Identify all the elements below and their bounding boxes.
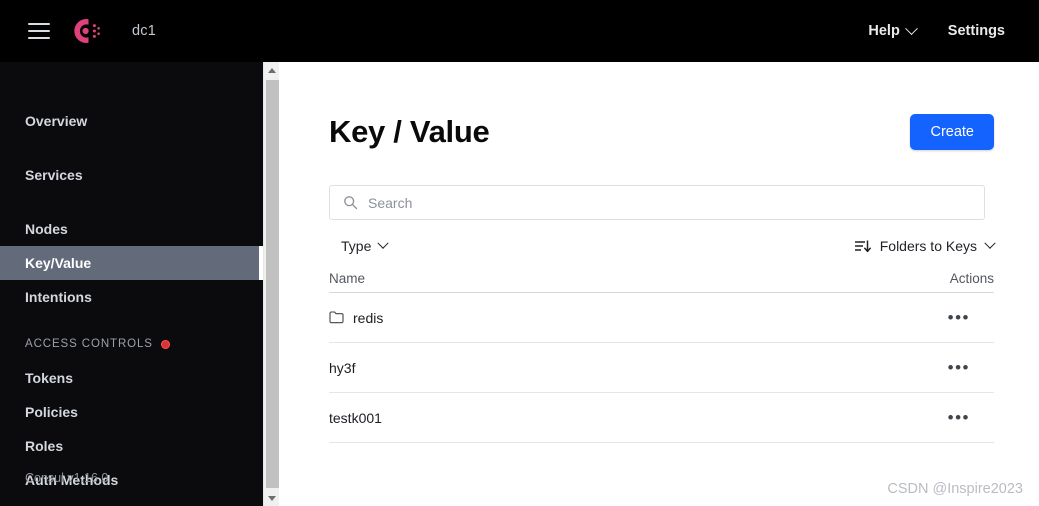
sort-dropdown[interactable]: Folders to Keys (854, 237, 996, 254)
more-horizontal-icon[interactable]: ••• (948, 359, 970, 376)
sidebar-item-roles[interactable]: Roles (0, 429, 263, 463)
consul-version-label: Consul v1.16.0 (25, 471, 109, 485)
kv-name-cell[interactable]: hy3f (329, 360, 355, 376)
sidebar-item-services[interactable]: Services (0, 158, 263, 192)
type-filter-dropdown[interactable]: Type (341, 237, 390, 254)
kv-name-cell[interactable]: testk001 (329, 410, 382, 426)
kv-name-cell[interactable]: redis (329, 310, 383, 326)
search-bar[interactable] (329, 185, 985, 220)
settings-label: Settings (947, 23, 1005, 39)
table-row[interactable]: hy3f ••• (329, 343, 994, 393)
hamburger-line (28, 30, 50, 32)
page-title: Key / Value (329, 114, 490, 149)
help-label: Help (868, 23, 900, 39)
hamburger-line (28, 37, 50, 39)
sidebar-item-label: Services (25, 167, 83, 183)
hamburger-line (28, 23, 50, 25)
help-menu[interactable]: Help (868, 21, 918, 39)
sidebar-section-label: ACCESS CONTROLS (25, 338, 153, 350)
table-header-row: Name Actions (329, 265, 994, 293)
sort-descending-icon (854, 240, 871, 252)
settings-link[interactable]: Settings (948, 23, 1005, 39)
table-row[interactable]: testk001 ••• (329, 393, 994, 443)
sidebar-item-nodes[interactable]: Nodes (0, 212, 263, 246)
chevron-down-icon (904, 21, 918, 35)
chevron-down-icon (377, 237, 390, 249)
sidebar-scrollbar[interactable] (263, 62, 279, 506)
create-button[interactable]: Create (910, 114, 994, 150)
sidebar-item-overview[interactable]: Overview (0, 104, 263, 138)
sidebar-section-access-controls: ACCESS CONTROLS (0, 338, 263, 350)
main-content: Key / Value Create Type (279, 62, 1039, 506)
topbar-actions: Help Settings (868, 21, 1005, 39)
sidebar-item-label: Nodes (25, 221, 68, 237)
page-header: Key / Value Create (329, 114, 994, 150)
red-dot-icon (160, 339, 170, 349)
more-horizontal-icon[interactable]: ••• (948, 309, 970, 326)
folder-icon (329, 311, 344, 324)
sidebar-item-tokens[interactable]: Tokens (0, 361, 263, 395)
search-input[interactable] (368, 194, 928, 211)
consul-logo-icon (74, 19, 100, 43)
datacenter-label[interactable]: dc1 (132, 23, 156, 39)
type-filter-label: Type (341, 238, 372, 254)
consul-logo[interactable] (68, 13, 104, 49)
column-header-name: Name (329, 271, 366, 286)
kv-name-label: redis (353, 309, 384, 326)
sidebar-item-key-value[interactable]: Key/Value (0, 246, 263, 280)
watermark-label: CSDN @Inspire2023 (887, 481, 1023, 497)
hamburger-icon[interactable] (28, 23, 50, 39)
sidebar-navigation: Overview Services Nodes Key/Value Intent… (0, 62, 263, 506)
column-header-actions: Actions (949, 271, 994, 286)
sidebar-item-label: Policies (25, 404, 78, 420)
kv-table: Name Actions redis ••• hy3f ••• testk001… (329, 265, 994, 443)
sidebar-item-label: Tokens (25, 370, 73, 386)
scrollbar-thumb[interactable] (266, 80, 279, 488)
kv-name-label: testk001 (329, 409, 382, 426)
kv-name-label: hy3f (329, 359, 356, 376)
scroll-down-arrow-icon[interactable] (264, 490, 280, 506)
consul-ui-window: dc1 Help Settings Overview Services Node… (0, 0, 1039, 506)
sidebar-item-intentions[interactable]: Intentions (0, 280, 263, 314)
more-horizontal-icon[interactable]: ••• (948, 409, 970, 426)
sort-label: Folders to Keys (879, 238, 977, 254)
search-icon (344, 196, 358, 210)
sidebar-item-label: Overview (25, 113, 88, 129)
sidebar-item-label: Key/Value (25, 255, 92, 271)
sidebar-item-policies[interactable]: Policies (0, 395, 263, 429)
filter-toolbar: Type Folders to Keys (329, 229, 996, 263)
sidebar-item-label: Intentions (25, 289, 92, 305)
top-navigation-bar: dc1 Help Settings (0, 0, 1039, 62)
sidebar-item-label: Roles (25, 438, 64, 454)
scroll-up-arrow-icon[interactable] (264, 62, 280, 78)
chevron-down-icon (984, 237, 996, 249)
table-row[interactable]: redis ••• (329, 293, 994, 343)
